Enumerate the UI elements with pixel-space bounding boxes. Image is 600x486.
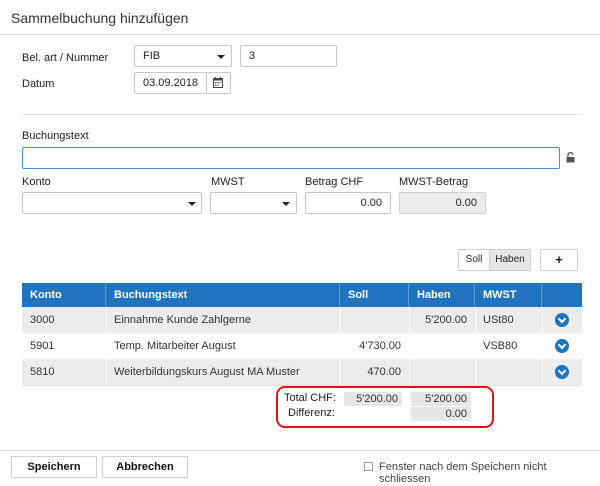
belart-label: Bel. art / Nummer — [22, 52, 109, 64]
col-buchungstext[interactable]: Buchungstext — [106, 283, 340, 307]
title-divider — [0, 34, 600, 35]
buchungstext-input[interactable] — [22, 147, 560, 169]
belart-select[interactable]: FIB — [134, 45, 232, 67]
cancel-button[interactable]: Abbrechen — [102, 456, 188, 478]
cell-text: Weiterbildungskurs August MA Muster — [114, 366, 300, 378]
col-sep — [542, 359, 543, 385]
table-header: Konto Buchungstext Soll Haben MWST — [22, 283, 582, 307]
cell-soll: 4'730.00 — [359, 340, 401, 352]
chevron-down-icon[interactable] — [555, 313, 569, 327]
nummer-value: 3 — [249, 50, 256, 62]
col-haben[interactable]: Haben — [409, 283, 475, 307]
chevron-down-icon[interactable] — [555, 365, 569, 379]
table-row[interactable]: 3000 Einnahme Kunde Zahlgerne 5'200.00 U… — [22, 307, 582, 333]
chevron-down-icon — [282, 202, 290, 206]
konto-label: Konto — [22, 176, 51, 188]
cell-text: Einnahme Kunde Zahlgerne — [114, 314, 251, 326]
cell-mwst — [475, 359, 542, 385]
mwst-label: MWST — [211, 176, 245, 188]
cell-konto: 5901 — [30, 340, 55, 352]
col-soll[interactable]: Soll — [340, 283, 409, 307]
mwst-select[interactable] — [210, 192, 297, 214]
cell-mwst: VSB80 — [483, 340, 518, 352]
col-sep — [542, 307, 543, 333]
mwst-betrag-input: 0.00 — [399, 192, 486, 214]
cell-konto: 5810 — [30, 366, 55, 378]
cell-soll — [340, 307, 409, 333]
nummer-input[interactable]: 3 — [240, 45, 337, 67]
soll-toggle[interactable]: Soll — [458, 249, 490, 271]
datum-label: Datum — [22, 78, 55, 90]
cell-konto: 3000 — [30, 314, 55, 326]
haben-toggle[interactable]: Haben — [489, 249, 531, 271]
mwst-betrag-value: 0.00 — [455, 197, 477, 209]
unlock-icon[interactable] — [566, 152, 575, 163]
save-button[interactable]: Speichern — [11, 456, 97, 478]
cell-haben: 5'200.00 — [425, 314, 467, 326]
col-actions — [542, 283, 582, 307]
datum-value: 03.09.2018 — [143, 77, 199, 89]
chevron-down-icon — [217, 55, 225, 59]
betrag-input[interactable]: 0.00 — [305, 192, 391, 214]
add-row-button[interactable]: + — [540, 249, 578, 271]
betrag-value: 0.00 — [360, 197, 382, 209]
cell-mwst: USt80 — [483, 314, 514, 326]
table-row[interactable]: 5901 Temp. Mitarbeiter August 4'730.00 V… — [22, 333, 582, 359]
keep-open-checkbox[interactable] — [364, 462, 373, 471]
dialog-title: Sammelbuchung hinzufügen — [11, 10, 189, 26]
table-row[interactable]: 5810 Weiterbildungskurs August MA Muster… — [22, 359, 582, 385]
datum-separator — [206, 73, 207, 93]
belart-value: FIB — [143, 50, 161, 62]
chevron-down-icon — [188, 202, 196, 206]
mwst-betrag-label: MWST-Betrag — [399, 176, 469, 188]
cell-haben — [409, 359, 475, 385]
betrag-label: Betrag CHF — [305, 176, 364, 188]
keep-open-label: Fenster nach dem Speichern nicht schlies… — [379, 461, 547, 485]
chevron-down-icon[interactable] — [555, 339, 569, 353]
calendar-icon[interactable] — [213, 77, 223, 88]
cell-text: Temp. Mitarbeiter August — [114, 340, 236, 352]
konto-select[interactable] — [22, 192, 202, 214]
cell-haben — [409, 333, 475, 359]
footer-divider — [0, 450, 600, 451]
highlight-frame — [276, 386, 494, 428]
col-konto[interactable]: Konto — [22, 283, 106, 307]
buchungstext-label: Buchungstext — [22, 130, 89, 142]
col-mwst[interactable]: MWST — [475, 283, 542, 307]
form-divider — [22, 114, 582, 115]
cell-soll: 470.00 — [367, 366, 401, 378]
